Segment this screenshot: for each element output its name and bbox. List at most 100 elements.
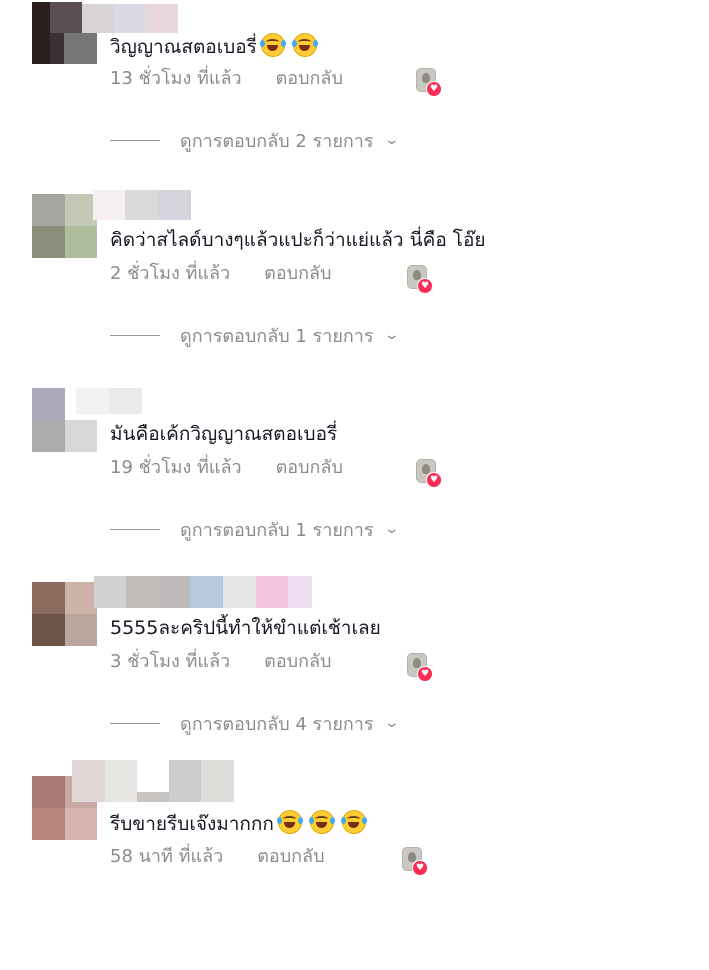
view-replies-label: ดูการตอบกลับ 2 รายการ (180, 130, 374, 152)
heart-icon: ♥ (426, 472, 442, 488)
view-replies-button[interactable]: ดูการตอบกลับ 4 รายการ ⌄ (110, 710, 400, 736)
tear-mark (312, 40, 318, 47)
heart-icon: ♥ (412, 860, 428, 876)
chevron-down-icon: ⌄ (383, 327, 400, 343)
blurred-avatar-tile (32, 226, 65, 258)
blurred-username-tile (82, 4, 114, 33)
reply-button[interactable]: ตอบกลับ (264, 651, 331, 672)
view-replies-button[interactable]: ดูการตอบกลับ 1 รายการ ⌄ (110, 516, 400, 542)
creator-liked-badge[interactable]: ♥ (414, 67, 442, 97)
blurred-avatar-tile (32, 808, 65, 840)
blurred-username-tile (223, 576, 256, 608)
blurred-username-tile (105, 760, 137, 802)
reply-button[interactable]: ตอบกลับ (276, 457, 343, 478)
heart-icon: ♥ (417, 666, 433, 682)
comment-meta: 19 ชั่วโมง ที่แล้ว ตอบกลับ (110, 455, 343, 481)
blurred-avatar-tile (65, 226, 97, 258)
comment-timestamp: 2 ชั่วโมง ที่แล้ว (110, 263, 231, 284)
blurred-username-tile (169, 760, 201, 802)
comment-timestamp: 13 ชั่วโมง ที่แล้ว (110, 68, 242, 89)
blurred-avatar-tile (64, 33, 97, 64)
comment-timestamp: 3 ชั่วโมง ที่แล้ว (110, 651, 231, 672)
blurred-username-tile (125, 190, 158, 220)
blurred-avatar-tile (65, 582, 97, 614)
blurred-username-tile (114, 4, 146, 33)
blurred-avatar-tile (65, 420, 97, 452)
chevron-down-icon: ⌄ (383, 715, 400, 731)
blurred-username-tile (190, 576, 223, 608)
blurred-username-tile (288, 576, 312, 608)
comment-item: รีบขายรีบเจ๊งมากกก 58 นาที ที่แล้ว ตอบกลั… (0, 760, 709, 970)
laughing-crying-icon (308, 810, 335, 834)
blurred-avatar-tile (32, 776, 65, 808)
tear-mark (259, 40, 265, 47)
tear-mark (329, 817, 335, 824)
chevron-down-icon: ⌄ (383, 132, 400, 148)
tear-mark (276, 817, 282, 824)
blurred-username-tile (146, 4, 178, 33)
reply-button[interactable]: ตอบกลับ (257, 846, 324, 867)
comment-text: รีบขายรีบเจ๊งมากกก (110, 810, 367, 837)
blurred-username-tile (94, 576, 126, 608)
tear-mark (361, 817, 367, 824)
reply-button[interactable]: ตอบกลับ (264, 263, 331, 284)
comment-meta: 2 ชั่วโมง ที่แล้ว ตอบกลับ (110, 261, 331, 287)
blurred-username-tile (109, 388, 142, 414)
comment-text: มันคือเค้กวิญญาณสตอเบอรี่ (110, 423, 338, 445)
chevron-down-icon: ⌄ (383, 521, 400, 537)
laughing-crying-icon (259, 33, 286, 57)
laughing-crying-icon (291, 33, 318, 57)
blurred-avatar-tile (32, 194, 65, 226)
divider-line (110, 139, 160, 141)
blurred-username-tile (158, 190, 191, 220)
comment-item: มันคือเค้กวิญญาณสตอเบอรี่ 19 ชั่วโมง ที่… (0, 388, 709, 582)
tear-mark (297, 817, 303, 824)
blurred-username-tile (72, 760, 105, 802)
tear-mark (291, 40, 297, 47)
view-replies-label: ดูการตอบกลับ 1 รายการ (180, 325, 374, 347)
view-replies-button[interactable]: ดูการตอบกลับ 1 รายการ ⌄ (110, 322, 400, 348)
view-replies-label: ดูการตอบกลับ 4 รายการ (180, 713, 374, 735)
comment-meta: 13 ชั่วโมง ที่แล้ว ตอบกลับ (110, 66, 343, 92)
creator-liked-badge[interactable]: ♥ (414, 458, 442, 488)
blurred-username-tile (158, 576, 190, 608)
blurred-avatar-tile (32, 420, 65, 452)
blurred-avatar-tile (32, 614, 65, 646)
comment-text: วิญญาณสตอเบอรี่ (110, 33, 318, 60)
tear-mark (280, 40, 286, 47)
blurred-avatar-tile (32, 2, 50, 64)
view-replies-label: ดูการตอบกลับ 1 รายการ (180, 519, 374, 541)
comment-text: คิดว่าสไลด์บางๆแล้วแปะก็ว่าแย่แล้ว นี่คื… (110, 229, 486, 251)
blurred-avatar-tile (65, 614, 97, 646)
comment-text: 5555ละคริปนี้ทำให้ขำแต่เช้าเลย (110, 617, 381, 639)
blurred-username-tile (93, 190, 125, 220)
blurred-username-tile (76, 388, 109, 414)
blurred-username-tile (126, 576, 158, 608)
tear-mark (308, 817, 314, 824)
blurred-username-tile (256, 576, 288, 608)
blurred-avatar-tile (50, 2, 82, 33)
divider-line (110, 334, 160, 336)
blurred-avatar-tile (50, 33, 64, 64)
comment-item: วิญญาณสตอเบอรี่ 13 ชั่วโมง ที่แล้ว ตอบกลั… (0, 0, 709, 194)
comment-timestamp: 58 นาที ที่แล้ว (110, 846, 224, 867)
blurred-avatar-tile (32, 582, 65, 614)
creator-liked-badge[interactable]: ♥ (405, 264, 433, 294)
heart-icon: ♥ (426, 81, 442, 97)
creator-liked-badge[interactable]: ♥ (405, 652, 433, 682)
blurred-username-tile (137, 792, 169, 802)
comment-item: คิดว่าสไลด์บางๆแล้วแปะก็ว่าแย่แล้ว นี่คื… (0, 190, 709, 388)
laughing-crying-icon (340, 810, 367, 834)
blurred-avatar-tile (65, 808, 97, 840)
reply-button[interactable]: ตอบกลับ (276, 68, 343, 89)
comment-meta: 3 ชั่วโมง ที่แล้ว ตอบกลับ (110, 649, 331, 675)
laughing-crying-icon (276, 810, 303, 834)
blurred-username-tile (201, 760, 234, 802)
heart-icon: ♥ (417, 278, 433, 294)
comment-item: 5555ละคริปนี้ทำให้ขำแต่เช้าเลย 3 ชั่วโมง… (0, 576, 709, 776)
view-replies-button[interactable]: ดูการตอบกลับ 2 รายการ ⌄ (110, 127, 400, 153)
creator-liked-badge[interactable]: ♥ (400, 846, 428, 876)
comment-meta: 58 นาที ที่แล้ว ตอบกลับ (110, 844, 325, 870)
tear-mark (340, 817, 346, 824)
blurred-avatar-tile (32, 388, 65, 420)
